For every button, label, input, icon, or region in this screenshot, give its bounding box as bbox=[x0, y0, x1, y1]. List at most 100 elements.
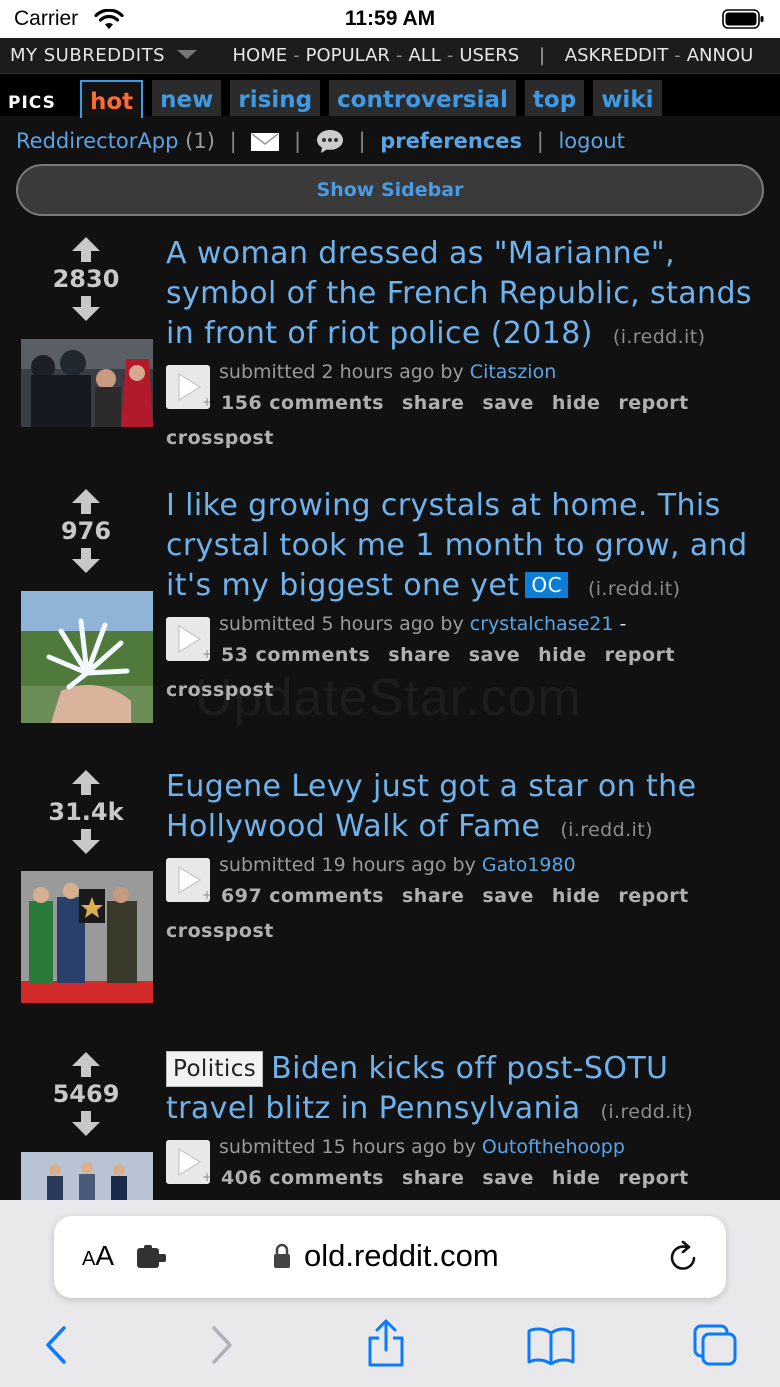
nav-askreddit[interactable]: ASKREDDIT bbox=[565, 38, 668, 73]
post-thumbnail[interactable] bbox=[21, 871, 153, 1003]
report-button[interactable]: report bbox=[618, 1167, 688, 1189]
tab-hot[interactable]: hot bbox=[80, 80, 144, 118]
post-actions: 697 comments share save hide report bbox=[221, 885, 707, 907]
submitted-text: submitted 2 hours ago by bbox=[219, 361, 464, 383]
report-button[interactable]: report bbox=[618, 885, 688, 907]
clock: 11:59 AM bbox=[344, 7, 436, 30]
vote-column: 976 bbox=[20, 486, 152, 576]
nav-all[interactable]: ALL bbox=[408, 38, 440, 73]
post-thumbnail[interactable] bbox=[21, 1152, 153, 1200]
tab-controversial[interactable]: controversial bbox=[329, 80, 516, 116]
save-button[interactable]: save bbox=[482, 392, 533, 414]
nav-announcements[interactable]: ANNOU bbox=[687, 38, 754, 73]
nav-home[interactable]: HOME bbox=[233, 38, 288, 73]
submitted-text: submitted 19 hours ago by bbox=[219, 854, 476, 876]
hide-button[interactable]: hide bbox=[538, 644, 587, 666]
mail-icon[interactable] bbox=[251, 133, 280, 151]
crosspost-button[interactable]: crosspost bbox=[166, 920, 766, 942]
post-item: 5469 Politics Biden kicks off post-SOTU t… bbox=[0, 1049, 780, 1200]
nav-users[interactable]: USERS bbox=[459, 38, 519, 73]
submitted-text: submitted 5 hours ago by bbox=[219, 613, 464, 635]
hide-button[interactable]: hide bbox=[552, 1167, 601, 1189]
reload-icon[interactable] bbox=[668, 1240, 700, 1274]
up-arrow-icon[interactable] bbox=[20, 767, 152, 797]
tabs-icon[interactable] bbox=[692, 1323, 738, 1367]
up-arrow-icon[interactable] bbox=[20, 1049, 152, 1079]
comments-link[interactable]: 406 comments bbox=[221, 1167, 384, 1189]
crosspost-button[interactable]: crosspost bbox=[166, 679, 766, 701]
post-content: I like growing crystals at home. This cr… bbox=[166, 486, 766, 701]
bookmarks-icon[interactable] bbox=[526, 1327, 576, 1365]
post-domain[interactable]: (i.redd.it) bbox=[601, 1101, 694, 1123]
share-button[interactable]: share bbox=[402, 885, 464, 907]
battery-icon bbox=[722, 9, 764, 29]
post-actions: 53 comments share save hide report bbox=[221, 644, 693, 666]
logout-link[interactable]: logout bbox=[558, 129, 624, 153]
preferences-link[interactable]: preferences bbox=[380, 129, 522, 153]
post-domain[interactable]: (i.redd.it) bbox=[613, 326, 706, 348]
comments-link[interactable]: 156 comments bbox=[221, 392, 384, 414]
report-button[interactable]: report bbox=[618, 392, 688, 414]
svg-text:+: + bbox=[202, 888, 210, 902]
save-button[interactable]: save bbox=[482, 885, 533, 907]
url-field[interactable]: old.reddit.com bbox=[304, 1238, 499, 1274]
share-icon[interactable] bbox=[366, 1318, 406, 1368]
down-arrow-icon[interactable] bbox=[20, 827, 152, 857]
user-bar: ReddirectorApp (1) | | | preferences | l… bbox=[16, 128, 625, 154]
report-button[interactable]: report bbox=[605, 644, 675, 666]
score: 976 bbox=[60, 517, 112, 545]
share-button[interactable]: share bbox=[388, 644, 450, 666]
tab-top[interactable]: top bbox=[524, 80, 585, 116]
crosspost-button[interactable]: crosspost bbox=[166, 427, 766, 449]
extension-icon[interactable] bbox=[136, 1245, 168, 1269]
status-bar: Carrier 11:59 AM bbox=[0, 0, 780, 38]
down-arrow-icon[interactable] bbox=[20, 294, 152, 324]
post-thumbnail[interactable] bbox=[21, 591, 153, 723]
post-tagline: submitted 19 hours ago by Gato1980 bbox=[219, 854, 576, 876]
score: 5469 bbox=[52, 1080, 120, 1108]
author-link[interactable]: crystalchase21 bbox=[470, 613, 614, 635]
save-button[interactable]: save bbox=[482, 1167, 533, 1189]
chat-icon[interactable] bbox=[316, 128, 344, 154]
expando-button[interactable]: + bbox=[166, 365, 210, 409]
reader-settings-button[interactable]: AAAA bbox=[82, 1240, 114, 1272]
hide-button[interactable]: hide bbox=[552, 885, 601, 907]
score: 31.4k bbox=[48, 798, 124, 826]
expando-button[interactable]: + bbox=[166, 858, 210, 902]
up-arrow-icon[interactable] bbox=[20, 486, 152, 516]
my-subreddits-dropdown[interactable]: MY SUBREDDITS bbox=[10, 38, 165, 73]
down-arrow-icon[interactable] bbox=[20, 546, 152, 576]
up-arrow-icon[interactable] bbox=[20, 234, 152, 264]
post-domain[interactable]: (i.redd.it) bbox=[588, 578, 681, 600]
tab-wiki[interactable]: wiki bbox=[593, 80, 662, 116]
score: 2830 bbox=[52, 265, 120, 293]
post-thumbnail[interactable] bbox=[21, 339, 153, 427]
address-bar[interactable]: AAAA old.reddit.com bbox=[54, 1216, 726, 1298]
author-link[interactable]: Outofthehoopp bbox=[482, 1136, 625, 1158]
svg-text:+: + bbox=[202, 647, 210, 661]
author-link[interactable]: Citaszion bbox=[470, 361, 556, 383]
tab-rising[interactable]: rising bbox=[230, 80, 321, 116]
username-link[interactable]: ReddirectorApp bbox=[16, 129, 178, 153]
author-link[interactable]: Gato1980 bbox=[482, 854, 576, 876]
dropdown-caret-icon[interactable] bbox=[175, 47, 199, 61]
oc-badge: OC bbox=[525, 572, 568, 598]
show-sidebar-button[interactable]: Show Sidebar bbox=[16, 164, 764, 216]
save-button[interactable]: save bbox=[469, 644, 520, 666]
forward-chevron-icon[interactable] bbox=[210, 1325, 236, 1365]
expando-button[interactable]: + bbox=[166, 1140, 210, 1184]
back-chevron-icon[interactable] bbox=[42, 1325, 68, 1365]
lock-icon bbox=[274, 1243, 290, 1268]
karma-count: (1) bbox=[185, 129, 215, 153]
down-arrow-icon[interactable] bbox=[20, 1109, 152, 1139]
share-button[interactable]: share bbox=[402, 1167, 464, 1189]
post-domain[interactable]: (i.redd.it) bbox=[560, 819, 653, 841]
expando-button[interactable]: + bbox=[166, 617, 210, 661]
comments-link[interactable]: 53 comments bbox=[221, 644, 370, 666]
hide-button[interactable]: hide bbox=[552, 392, 601, 414]
tab-new[interactable]: new bbox=[152, 80, 222, 116]
subreddit-name[interactable]: PICS bbox=[8, 93, 56, 113]
nav-popular[interactable]: POPULAR bbox=[306, 38, 390, 73]
share-button[interactable]: share bbox=[402, 392, 464, 414]
comments-link[interactable]: 697 comments bbox=[221, 885, 384, 907]
